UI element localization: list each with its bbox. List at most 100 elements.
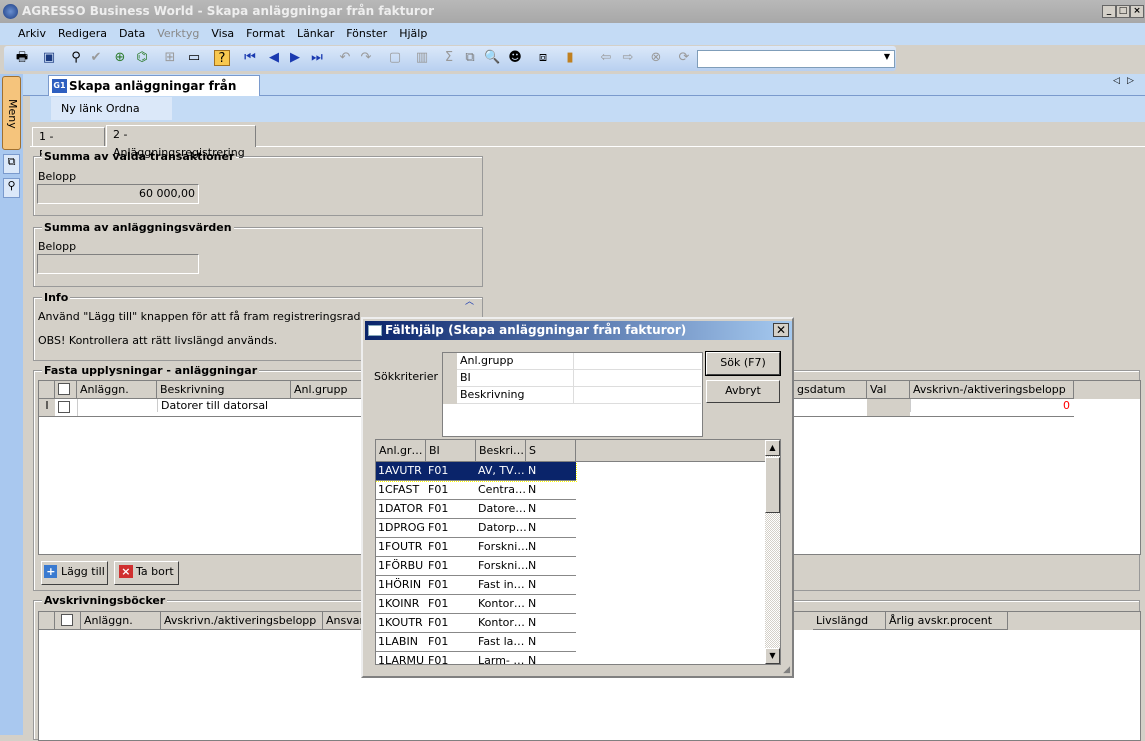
scroll-up-arrow-icon[interactable]: ▲ xyxy=(765,440,780,456)
list-item[interactable]: 1LARMU F01 Larm- … N xyxy=(376,652,576,664)
maximize-button[interactable]: □ xyxy=(1116,5,1130,18)
print-icon[interactable]: 🖶 xyxy=(14,50,30,66)
window-icon[interactable]: ▭ xyxy=(186,50,202,66)
cell: F01 xyxy=(428,483,449,496)
documents-icon[interactable]: ⧉ xyxy=(3,154,20,174)
windows-icon[interactable]: ⧈ xyxy=(535,50,551,66)
save-icon[interactable]: ▣ xyxy=(41,50,57,66)
column-header[interactable]: Anläggn. xyxy=(77,381,157,399)
menu-panel-tab[interactable]: Meny xyxy=(2,76,21,150)
menu-hjalp[interactable]: Hjälp xyxy=(399,27,427,40)
cell-anlaggn[interactable] xyxy=(77,399,157,416)
next-record-icon[interactable]: ▶ xyxy=(287,50,303,66)
row-checkbox[interactable] xyxy=(58,401,70,413)
zoom-in-icon[interactable]: ⊕ xyxy=(112,50,128,66)
help-icon[interactable]: ? xyxy=(214,50,230,66)
criteria-row[interactable]: Anl.grupp xyxy=(457,353,701,370)
add-button[interactable]: + Lägg till xyxy=(41,561,108,585)
column-header[interactable]: Val xyxy=(867,381,910,399)
column-header[interactable]: Anl.grupp xyxy=(291,381,371,399)
column-header[interactable]: Beskri… xyxy=(476,440,526,462)
list-item[interactable]: 1HÖRIN F01 Fast in… N xyxy=(376,576,576,595)
books-icon[interactable]: ▮ xyxy=(562,50,578,66)
column-header[interactable]: Anläggn. xyxy=(81,612,161,630)
new-link-button[interactable]: Ny länk xyxy=(61,102,102,115)
tab-scroll-left-icon[interactable]: ◁ xyxy=(1113,76,1120,86)
binoculars-icon[interactable]: ⚲ xyxy=(68,50,84,66)
column-header[interactable]: Anl.gr… xyxy=(376,440,426,462)
close-window-button[interactable]: × xyxy=(1130,5,1144,18)
resize-grip-icon[interactable]: ◢ xyxy=(783,665,790,675)
cell-beskrivning[interactable]: Datorer till datorsal xyxy=(157,399,268,412)
remove-button[interactable]: × Ta bort xyxy=(114,561,179,585)
column-header[interactable]: gsdatum xyxy=(794,381,867,399)
stop-icon[interactable]: ⊗ xyxy=(648,50,664,66)
back-icon[interactable]: ⇦ xyxy=(598,50,614,66)
criteria-row[interactable]: Beskrivning xyxy=(457,387,701,404)
list-item[interactable]: 1KOINR F01 Kontor… N xyxy=(376,595,576,614)
document-tab[interactable]: G1Skapa anläggningar från fakturor xyxy=(48,75,260,113)
chart-icon[interactable]: ▥ xyxy=(414,50,430,66)
list-item[interactable]: 1KOUTR F01 Kontor… N xyxy=(376,614,576,633)
menu-arkiv[interactable]: Arkiv xyxy=(18,27,46,40)
last-record-icon[interactable]: ⏭ xyxy=(309,50,325,66)
menu-lankar[interactable]: Länkar xyxy=(297,27,334,40)
add-row-icon[interactable]: ⊞ xyxy=(162,50,178,66)
cell: F01 xyxy=(428,521,449,534)
first-record-icon[interactable]: ⏮ xyxy=(242,50,258,66)
scroll-thumb[interactable] xyxy=(765,457,780,513)
address-combo[interactable]: ▼ xyxy=(697,50,895,68)
cell: F01 xyxy=(428,464,449,477)
cell-belopp[interactable]: 0 xyxy=(910,399,1074,412)
column-header[interactable]: Årlig avskr.procent xyxy=(886,612,1008,630)
search-button[interactable]: Sök (F7) xyxy=(705,351,781,376)
asset-amount-field[interactable] xyxy=(37,254,199,274)
column-header[interactable]: S xyxy=(526,440,576,462)
list-item[interactable]: 1LABIN F01 Fast la… N xyxy=(376,633,576,652)
column-header[interactable]: Beskrivning xyxy=(157,381,291,399)
criteria-row[interactable]: BI xyxy=(457,370,701,387)
layout-icon[interactable]: ▢ xyxy=(387,50,403,66)
scroll-down-arrow-icon[interactable]: ▼ xyxy=(765,648,780,664)
list-item[interactable]: 1DPROG F01 Datorp… N xyxy=(376,519,576,538)
cancel-button[interactable]: Avbryt xyxy=(706,380,780,403)
list-item[interactable]: 1FÖRBU F01 Forskni… N xyxy=(376,557,576,576)
list-item[interactable]: 1CFAST F01 Centra… N xyxy=(376,481,576,500)
previous-record-icon[interactable]: ◀ xyxy=(266,50,282,66)
copy-icon[interactable]: ⧉ xyxy=(462,50,478,66)
select-all-checkbox[interactable] xyxy=(61,614,73,626)
tab-fakturor[interactable]: 1 - Fakturor xyxy=(32,127,105,161)
refresh-icon[interactable]: ⟳ xyxy=(676,50,692,66)
amount-field[interactable]: 60 000,00 xyxy=(37,184,199,204)
tab-scroll-right-icon[interactable]: ▷ xyxy=(1127,76,1134,86)
list-item[interactable]: 1FOUTR F01 Forskni… N xyxy=(376,538,576,557)
tab-anlaggningsregistrering[interactable]: 2 - Anläggningsregistrering xyxy=(106,125,256,159)
column-header[interactable]: Livslängd xyxy=(813,612,886,630)
collapse-chevron-up-icon[interactable]: ︿ xyxy=(465,294,474,307)
search-icon[interactable]: ⚲ xyxy=(3,178,20,198)
dialog-close-button[interactable]: ✕ xyxy=(773,323,789,337)
redo-icon[interactable]: ↷ xyxy=(358,50,374,66)
sum-icon[interactable]: Σ xyxy=(441,50,457,66)
results-scrollbar[interactable]: ▲ ▼ xyxy=(765,440,780,664)
cell: N xyxy=(528,578,537,591)
column-header[interactable]: BI xyxy=(426,440,476,462)
menu-data[interactable]: Data xyxy=(119,27,145,40)
column-header[interactable]: Avskrivn./aktiveringsbelopp xyxy=(161,612,323,630)
list-item[interactable]: 1AVUTR F01 AV, TV… N xyxy=(376,462,577,482)
tree-icon[interactable]: ⌬ xyxy=(134,50,150,66)
links-toolbar: Ny länk Ordna länkar xyxy=(51,97,172,138)
menu-redigera[interactable]: Redigera xyxy=(58,27,107,40)
list-item[interactable]: 1DATOR F01 Datore… N xyxy=(376,500,576,519)
user-search-icon[interactable]: ☻ xyxy=(507,50,523,66)
minimize-button[interactable]: _ xyxy=(1102,5,1116,18)
menu-fonster[interactable]: Fönster xyxy=(346,27,387,40)
column-header[interactable]: Avskrivn-/aktiveringsbelopp xyxy=(910,381,1074,399)
select-all-checkbox[interactable] xyxy=(58,383,70,395)
checkmark-icon[interactable]: ✔ xyxy=(88,50,104,66)
find-icon[interactable]: 🔍 xyxy=(484,50,500,66)
forward-icon[interactable]: ⇨ xyxy=(620,50,636,66)
undo-icon[interactable]: ↶ xyxy=(337,50,353,66)
menu-visa[interactable]: Visa xyxy=(211,27,234,40)
menu-format[interactable]: Format xyxy=(246,27,285,40)
